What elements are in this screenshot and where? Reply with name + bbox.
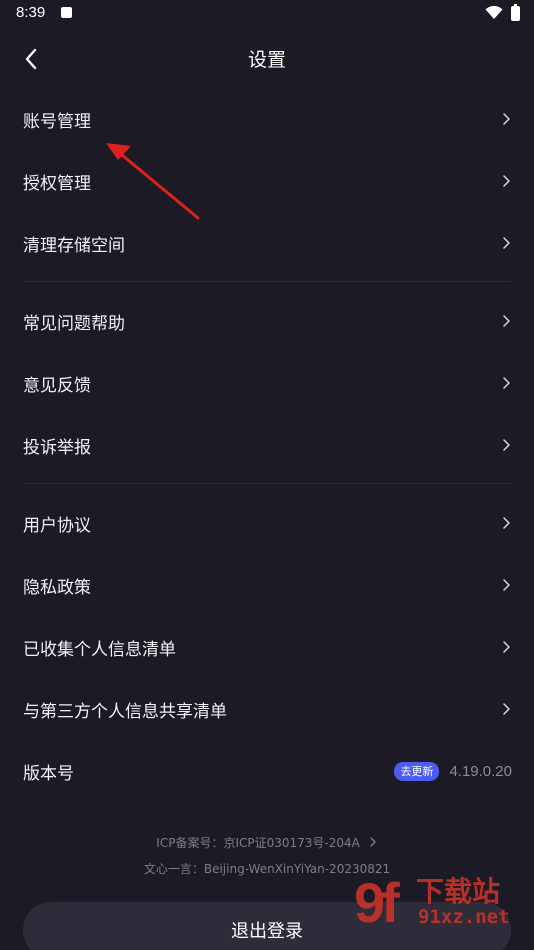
menu-item-label: 账号管理: [23, 111, 91, 132]
chevron-right-icon: [503, 315, 510, 327]
menu-item-collected-info-list[interactable]: 已收集个人信息清单: [0, 616, 534, 678]
menu-item-label: 已收集个人信息清单: [23, 639, 176, 660]
icp-record-text: ICP备案号：京ICP证030173号-204A: [156, 836, 360, 850]
header: 设置: [0, 34, 534, 82]
menu-item-label: 与第三方个人信息共享清单: [23, 701, 227, 722]
menu-item-third-party-sharing-list[interactable]: 与第三方个人信息共享清单: [0, 678, 534, 740]
menu-item-feedback[interactable]: 意见反馈: [0, 352, 534, 414]
menu-item-label: 意见反馈: [23, 375, 91, 396]
chevron-right-icon: [503, 641, 510, 653]
menu-item-label: 授权管理: [23, 173, 91, 194]
section-divider: [0, 274, 534, 290]
logout-label: 退出登录: [231, 921, 303, 942]
menu-item-label: 隐私政策: [23, 577, 91, 598]
watermark-title: 下载站: [416, 875, 501, 908]
menu-item-label: 用户协议: [23, 515, 91, 536]
menu-item-report[interactable]: 投诉举报: [0, 414, 534, 476]
chevron-right-icon: [503, 703, 510, 715]
version-label: 版本号: [23, 763, 74, 784]
watermark-domain: 91xz.net: [418, 906, 510, 928]
menu-item-faq-help[interactable]: 常见问题帮助: [0, 290, 534, 352]
notification-icon: [61, 7, 72, 18]
menu-item-clear-storage[interactable]: 清理存储空间: [0, 212, 534, 274]
menu-item-privacy-policy[interactable]: 隐私政策: [0, 554, 534, 616]
status-bar: 8:39: [0, 0, 534, 28]
menu-item-label: 投诉举报: [23, 437, 91, 458]
version-info: 去更新 4.19.0.20: [394, 761, 512, 781]
site-watermark: 9f 下载站 91xz.net: [354, 864, 526, 948]
chevron-right-icon: [370, 837, 376, 847]
settings-screen: 8:39 设置 账号管理 授权管理 清理存储空间 常见问题帮助 意见反馈 投诉举…: [0, 0, 534, 950]
section-divider: [0, 476, 534, 492]
menu-item-account-management[interactable]: 账号管理: [0, 88, 534, 150]
chevron-right-icon: [503, 439, 510, 451]
menu-item-authorization-management[interactable]: 授权管理: [0, 150, 534, 212]
page-title: 设置: [247, 49, 286, 71]
version-row: 版本号 去更新 4.19.0.20: [0, 740, 534, 802]
chevron-right-icon: [503, 579, 510, 591]
chevron-right-icon: [503, 377, 510, 389]
chevron-right-icon: [503, 113, 510, 125]
wifi-icon: [485, 6, 503, 19]
settings-menu: 账号管理 授权管理 清理存储空间 常见问题帮助 意见反馈 投诉举报 用户协议 隐…: [0, 88, 534, 802]
chevron-right-icon: [503, 517, 510, 529]
status-time: 8:39: [16, 4, 46, 21]
menu-item-user-agreement[interactable]: 用户协议: [0, 492, 534, 554]
battery-charging-icon: [511, 3, 520, 21]
update-button[interactable]: 去更新: [394, 761, 440, 781]
watermark-logo: 9f: [354, 871, 400, 934]
icp-record-link[interactable]: ICP备案号：京ICP证030173号-204A: [0, 834, 534, 851]
status-icons: [485, 3, 520, 21]
chevron-right-icon: [503, 237, 510, 249]
menu-item-label: 常见问题帮助: [23, 313, 125, 334]
menu-item-label: 清理存储空间: [23, 235, 125, 256]
version-value: 4.19.0.20: [449, 762, 512, 780]
chevron-right-icon: [503, 175, 510, 187]
